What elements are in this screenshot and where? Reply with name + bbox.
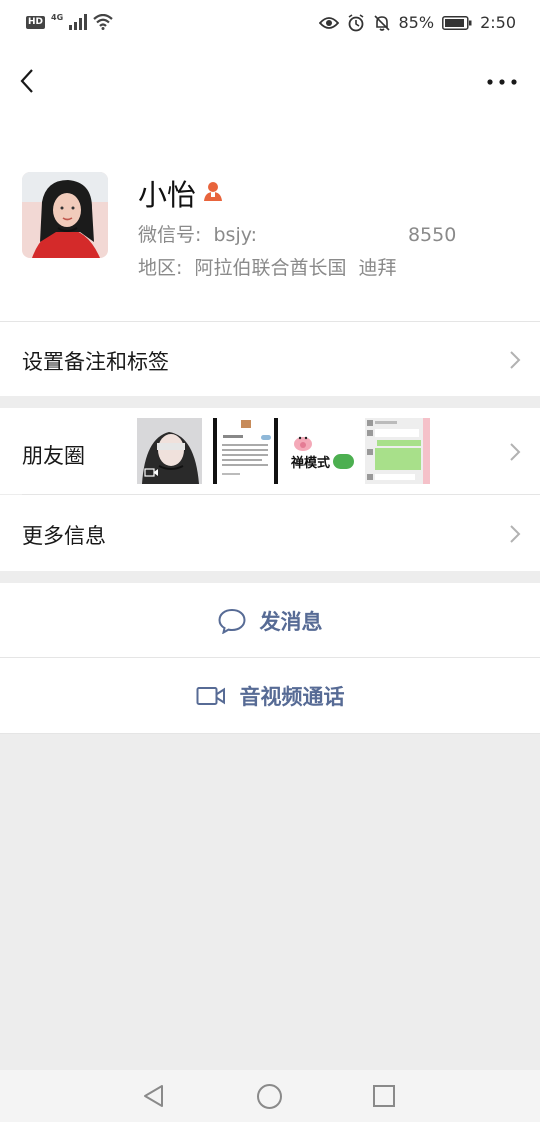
eye-icon: [318, 16, 339, 29]
network-type: 4G: [51, 12, 64, 22]
moments-thumb-3: 禅模式: [289, 418, 354, 484]
moments-thumb-4: [365, 418, 430, 484]
section-gap: [0, 571, 540, 583]
video-call-button[interactable]: 音视频通话: [0, 658, 540, 733]
region: 地区: 阿拉伯联合酋长国 迪拜: [138, 257, 397, 279]
moments-label: 朋友圈: [22, 444, 85, 468]
video-camera-icon: [196, 686, 225, 705]
top-nav-bar: [0, 50, 540, 112]
section-gap: [0, 396, 540, 408]
chevron-right-icon: [510, 351, 521, 369]
gender-female-icon: [204, 182, 222, 201]
divider: [0, 733, 540, 734]
back-arrow-icon: [20, 69, 33, 93]
remark-tags-label: 设置备注和标签: [22, 350, 169, 374]
signal-icon: [69, 14, 88, 30]
profile-header: 小怡 微信号: bsjy: 8550 地区: 阿拉伯联合酋长国 迪拜: [0, 112, 540, 321]
wechat-id: 微信号: bsjy: 8550: [138, 224, 457, 246]
send-message-label: 发消息: [259, 609, 323, 634]
chevron-right-icon: [510, 525, 521, 543]
more-info-row[interactable]: 更多信息: [0, 495, 540, 571]
remark-tags-row[interactable]: 设置备注和标签: [0, 322, 540, 396]
more-options-button[interactable]: [484, 64, 520, 98]
back-button[interactable]: [12, 64, 46, 98]
nav-recents-icon[interactable]: [372, 1084, 396, 1108]
contact-name: 小怡: [138, 178, 197, 212]
nav-back-icon[interactable]: [141, 1083, 167, 1109]
more-info-label: 更多信息: [22, 524, 106, 548]
status-bar: HD 4G 85% 2:50: [0, 0, 540, 50]
nav-home-icon[interactable]: [256, 1083, 283, 1110]
moments-thumb-2: [213, 418, 278, 484]
mute-bell-icon: [373, 14, 390, 31]
avatar[interactable]: [22, 172, 108, 258]
more-dots-icon: [487, 79, 517, 85]
alarm-icon: [348, 13, 363, 31]
video-call-label: 音视频通话: [239, 684, 345, 709]
battery-icon: [442, 15, 472, 30]
moments-row[interactable]: 朋友圈 禅模式: [0, 408, 540, 494]
chevron-right-icon: [510, 443, 521, 461]
battery-percent: 85%: [398, 13, 435, 32]
clock-time: 2:50: [480, 13, 516, 32]
send-message-button[interactable]: 发消息: [0, 583, 540, 658]
system-nav-bar: [0, 1070, 540, 1122]
chat-bubble-icon: [217, 608, 246, 634]
hd-badge: HD: [26, 15, 46, 29]
moments-thumb-1: [137, 418, 202, 484]
thumb-3-caption: 禅模式: [290, 455, 330, 471]
wifi-icon: [93, 14, 113, 30]
